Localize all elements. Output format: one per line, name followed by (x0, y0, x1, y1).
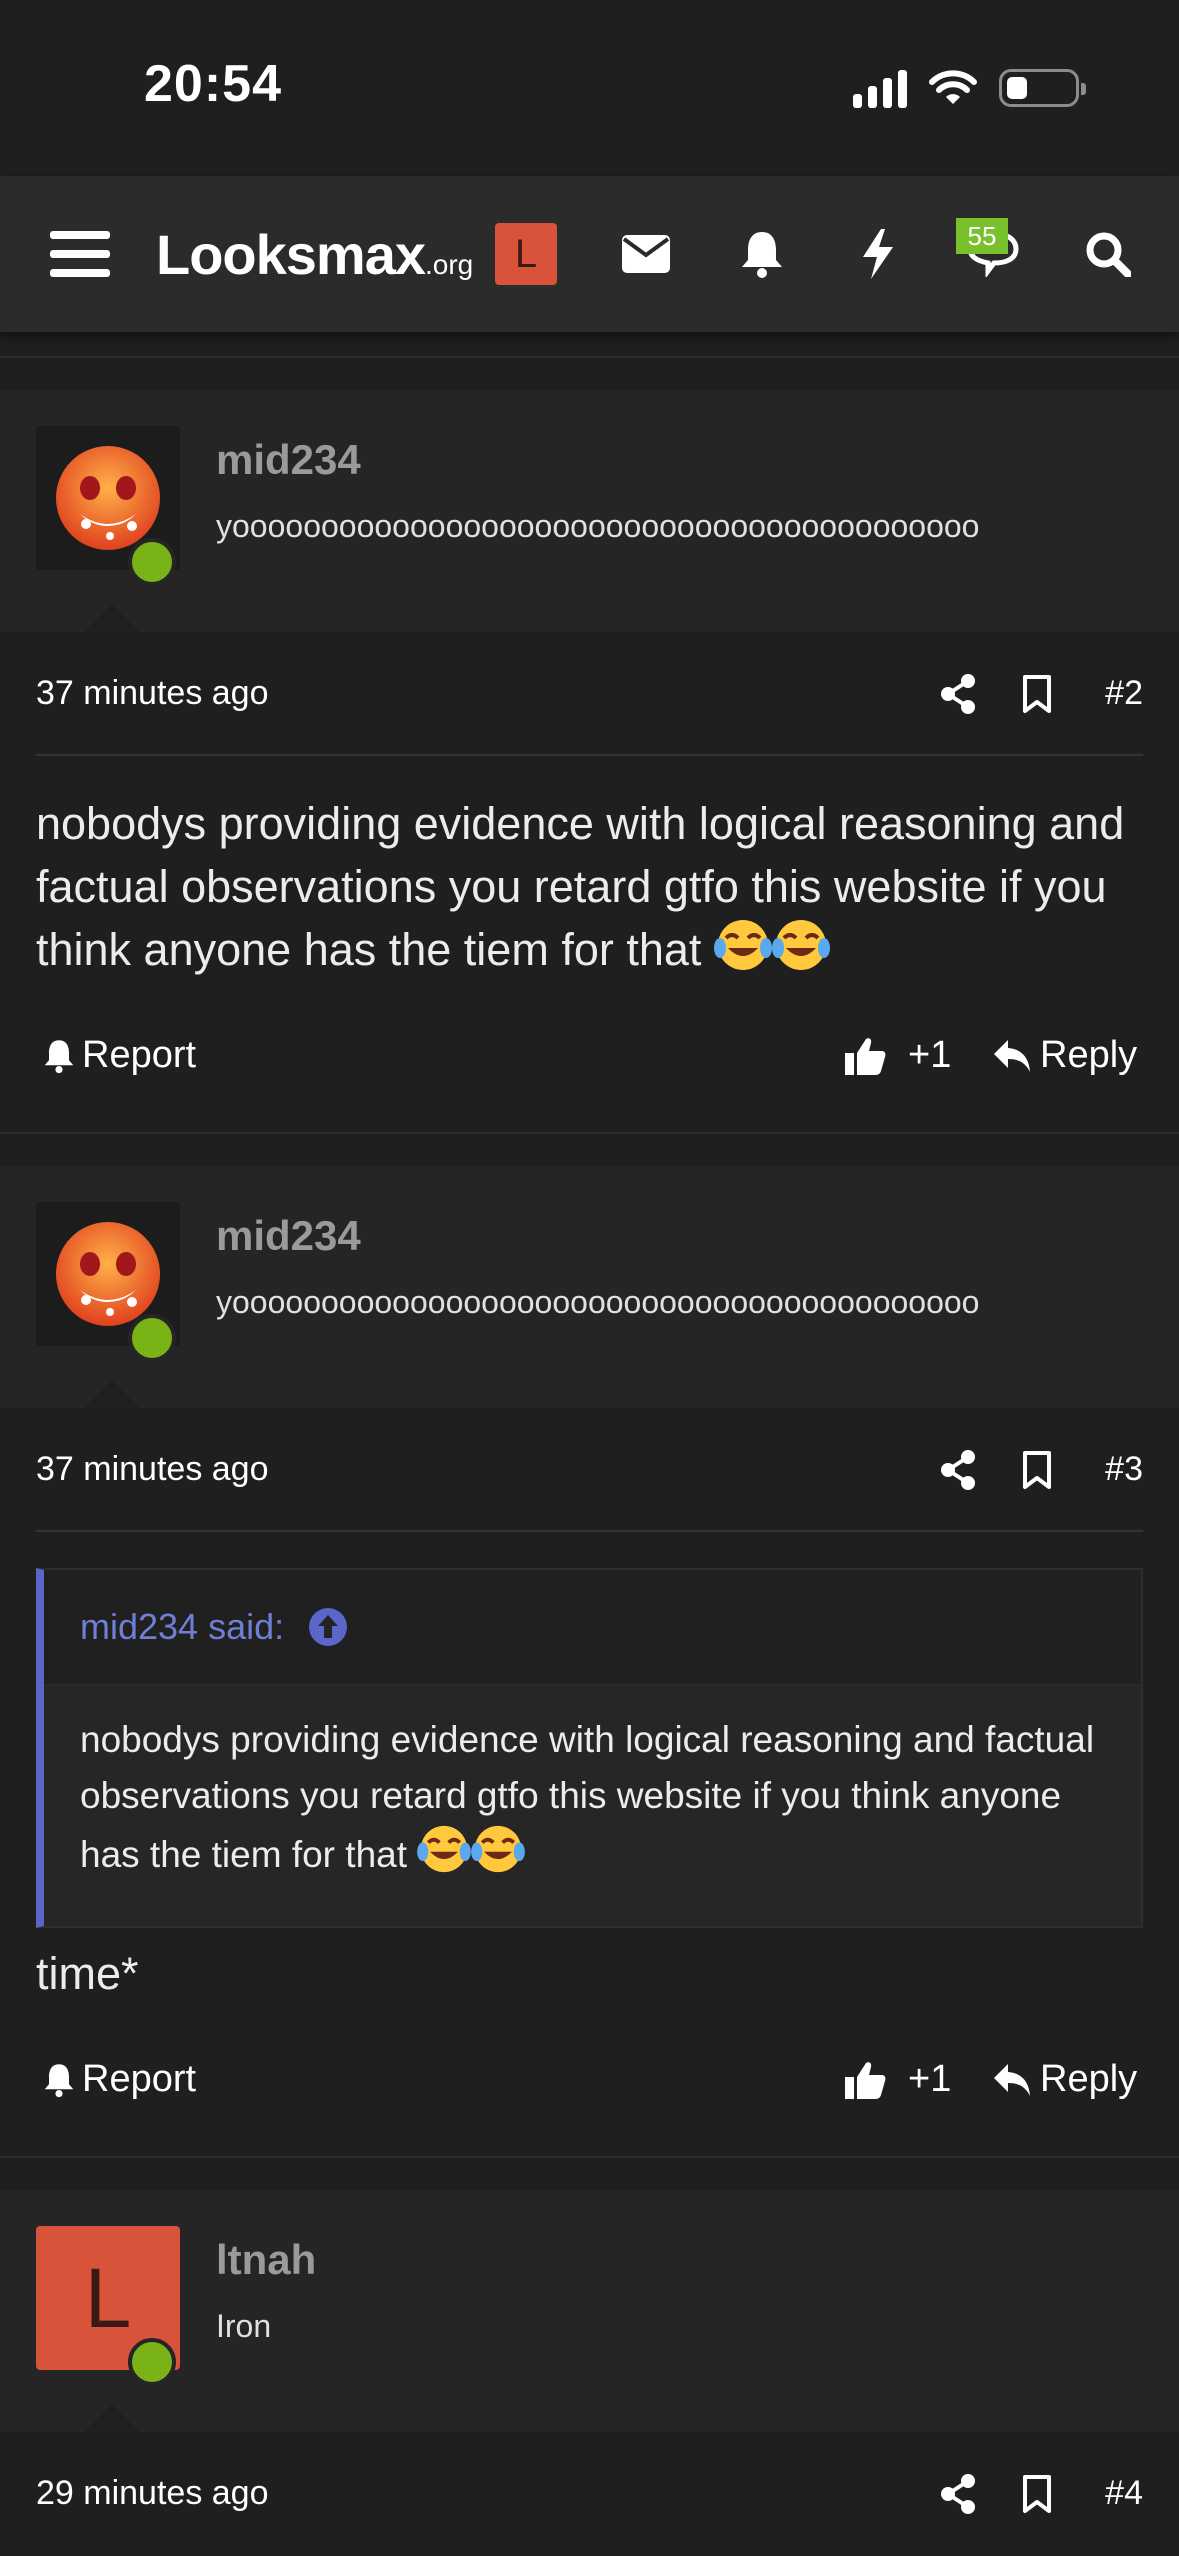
report-button[interactable]: Report (44, 2058, 196, 2101)
whats-new-button[interactable] (846, 176, 910, 332)
post-3-actions: Report +1 Reply (0, 2044, 1179, 2124)
post-2-online-indicator (128, 538, 176, 586)
post-4-username[interactable]: ltnah (216, 2236, 316, 2284)
divider (0, 356, 1179, 358)
search-button[interactable] (1076, 176, 1140, 332)
conversations-button[interactable] (956, 176, 1026, 332)
post-2-body: nobodys providing evidence with logical … (36, 792, 1146, 988)
reply-button[interactable]: Reply (992, 1034, 1137, 1077)
divider (36, 1530, 1143, 1532)
like-count: +1 (908, 1034, 952, 1076)
post-4-number[interactable]: #4 (1105, 2474, 1143, 2513)
thumbs-up-icon (845, 2061, 886, 2099)
status-time: 20:54 (144, 55, 282, 113)
like-button[interactable]: +1 (844, 1034, 951, 1077)
post-3-quote: mid234 said: nobodys providing evidence … (36, 1568, 1143, 1928)
bell-icon (44, 2063, 74, 2097)
post-4-online-indicator (128, 2338, 176, 2386)
menu-button[interactable] (40, 176, 120, 332)
jump-to-quote-icon[interactable] (308, 1607, 348, 1647)
reply-arrow-icon (994, 1039, 1030, 1072)
post-3-body: time* (36, 1948, 139, 1999)
post-3-header-pointer (84, 1380, 140, 1408)
quote-header[interactable]: mid234 said: (44, 1570, 1141, 1686)
reply-label: Reply (1040, 1034, 1138, 1076)
status-bar: 20:54 (0, 0, 1179, 176)
like-count: +1 (908, 2058, 952, 2100)
post-2-time[interactable]: 37 minutes ago (36, 674, 269, 713)
post-2-user-title: yooooooooooooooooooooooooooooooooooooooo… (216, 508, 980, 544)
divider (0, 1132, 1179, 1134)
logo-text: Looksmax.org (156, 222, 474, 286)
divider (36, 754, 1143, 756)
battery-icon (999, 69, 1086, 107)
share-icon[interactable] (940, 2474, 976, 2514)
post-3-online-indicator (128, 1314, 176, 1362)
hamburger-menu-icon (50, 231, 110, 277)
quote-body-text: nobodys providing evidence with logical … (80, 1719, 1095, 1875)
post-3-username[interactable]: mid234 (216, 1212, 361, 1260)
bell-icon (742, 232, 782, 278)
account-button[interactable]: L (494, 176, 558, 332)
thumbs-up-icon (845, 1037, 886, 1075)
reply-label: Reply (1040, 2058, 1138, 2100)
post-2-header-pointer (84, 604, 140, 632)
conversations-count-badge: 55 (956, 218, 1008, 254)
post-3-user-title: yooooooooooooooooooooooooooooooooooooooo… (216, 1284, 980, 1320)
divider (0, 2156, 1179, 2158)
share-icon[interactable] (940, 674, 976, 714)
face-with-tears-of-joy-icon (713, 918, 772, 988)
post-4-user-header: L ltnah Iron (0, 2190, 1179, 2432)
envelope-icon (622, 235, 670, 273)
post-2-user-header: mid234 yoooooooooooooooooooooooooooooooo… (0, 390, 1179, 632)
face-with-tears-of-joy-icon (417, 1824, 472, 1890)
drooling-face-emoji-icon (56, 1222, 160, 1326)
lightning-bolt-icon (863, 229, 893, 279)
report-label: Report (82, 2058, 197, 2100)
post-3-time[interactable]: 37 minutes ago (36, 1450, 269, 1489)
wifi-icon (929, 70, 977, 104)
inbox-button[interactable] (614, 176, 678, 332)
post-3-user-header: mid234 yoooooooooooooooooooooooooooooooo… (0, 1166, 1179, 1408)
cellular-signal-icon (853, 68, 907, 108)
post-4-time[interactable]: 29 minutes ago (36, 2474, 269, 2513)
face-with-tears-of-joy-icon (771, 918, 830, 988)
quote-author: mid234 said: (80, 1606, 285, 1647)
post-4-meta: 29 minutes ago #4 (0, 2454, 1179, 2534)
bookmark-icon[interactable] (1022, 1450, 1052, 1490)
post-2-body-text: nobodys providing evidence with logical … (36, 798, 1125, 975)
like-button[interactable]: +1 (844, 2058, 951, 2101)
report-label: Report (82, 1034, 197, 1076)
bookmark-icon[interactable] (1022, 674, 1052, 714)
reply-button[interactable]: Reply (992, 2058, 1137, 2101)
post-2-username[interactable]: mid234 (216, 436, 361, 484)
top-navbar: Looksmax.org L (0, 176, 1179, 332)
post-3-meta: 37 minutes ago #3 (0, 1430, 1179, 1510)
report-button[interactable]: Report (44, 1034, 196, 1077)
post-3-number[interactable]: #3 (1105, 1450, 1143, 1489)
post-2-actions: Report +1 Reply (0, 1020, 1179, 1100)
search-icon (1086, 232, 1131, 277)
share-icon[interactable] (940, 1450, 976, 1490)
status-icons (853, 64, 1086, 112)
post-2-number[interactable]: #2 (1105, 674, 1143, 713)
bookmark-icon[interactable] (1022, 2474, 1052, 2514)
post-2-meta: 37 minutes ago #2 (0, 654, 1179, 734)
reply-arrow-icon (994, 2063, 1030, 2096)
face-with-tears-of-joy-icon (471, 1824, 526, 1890)
drooling-face-emoji-icon (56, 446, 160, 550)
site-logo[interactable]: Looksmax.org (156, 176, 473, 332)
post-4-user-title: Iron (216, 2308, 272, 2344)
quote-body: nobodys providing evidence with logical … (44, 1686, 1141, 1926)
post-4-header-pointer (84, 2404, 140, 2432)
alerts-button[interactable] (730, 176, 794, 332)
bell-icon (44, 1039, 74, 1073)
account-avatar: L (495, 223, 557, 285)
